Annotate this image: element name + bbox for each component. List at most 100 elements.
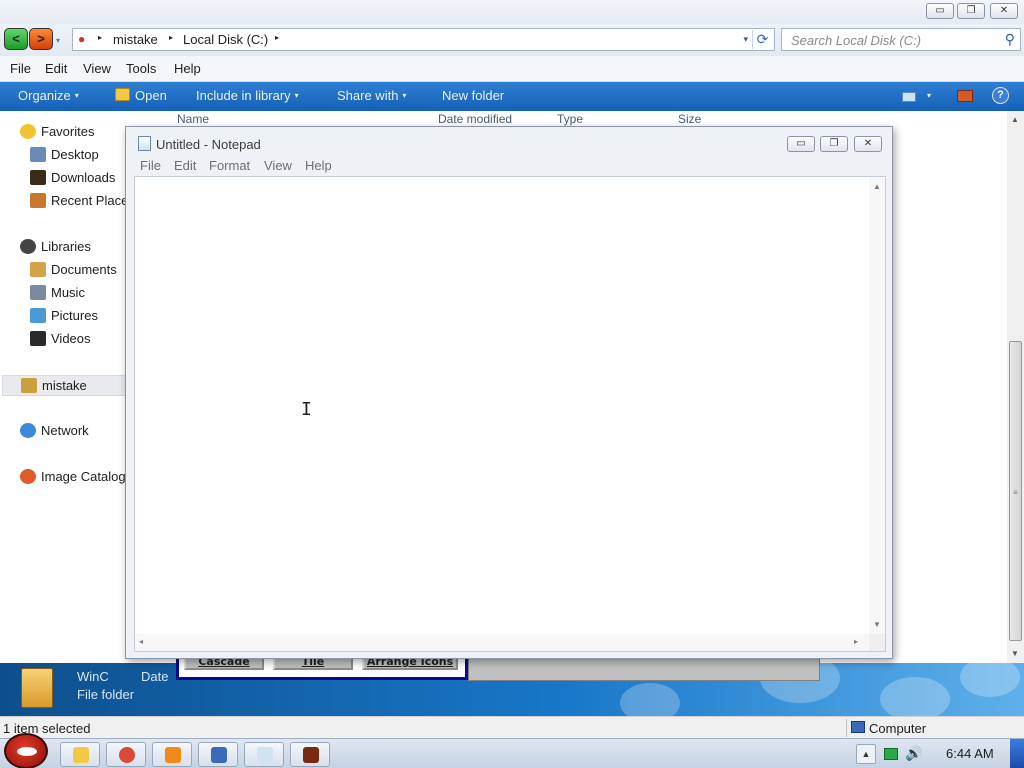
taskbar-explorer-button[interactable] (60, 742, 100, 767)
nav-mistake-item: mistake (21, 378, 87, 393)
change-view-icon[interactable] (902, 92, 916, 102)
nav-downloads[interactable]: Downloads (30, 170, 115, 185)
help-icon[interactable]: ? (992, 87, 1009, 104)
user-folder-icon (21, 378, 37, 393)
notepad-vertical-scrollbar[interactable]: ▲ ▼ (869, 177, 885, 635)
scroll-down-icon[interactable]: ▼ (1011, 649, 1019, 658)
share-with-button[interactable]: Share with ▾ (337, 88, 406, 103)
recent-pages-dropdown[interactable]: ▾ (56, 36, 60, 45)
nav-desktop[interactable]: Desktop (30, 147, 99, 162)
explorer-titlebar: ▭ ❐ ✕ (0, 0, 1024, 24)
status-location: Computer (869, 721, 927, 736)
share-with-label: Share with (337, 88, 399, 103)
search-icon[interactable]: ⚲ (1005, 31, 1015, 48)
nav-label: Documents (51, 262, 117, 277)
navigation-pane: Favorites Desktop Downloads Recent Place… (0, 111, 126, 663)
breadcrumb-mistake[interactable]: mistake (113, 32, 158, 47)
include-in-library-button[interactable]: Include in library ▾ (196, 88, 299, 103)
refresh-button[interactable]: ⟳ (752, 30, 772, 49)
file-list-scrollbar[interactable]: ▲ ≡ ▼ (1007, 111, 1024, 663)
search-input[interactable]: Search Local Disk (C:) ⚲ (781, 28, 1021, 51)
show-desktop-button[interactable] (1010, 739, 1024, 768)
notepad-horizontal-scrollbar[interactable]: ◂ ▸ (135, 634, 871, 651)
videos-icon (30, 331, 46, 346)
volume-icon[interactable]: 🔊 (905, 745, 922, 762)
nav-mistake[interactable]: mistake (2, 375, 126, 396)
dosbox-icon (303, 747, 319, 763)
scroll-left-icon[interactable]: ◂ (139, 637, 143, 646)
nav-favorites[interactable]: Favorites (20, 124, 94, 139)
nav-videos[interactable]: Videos (30, 331, 91, 346)
column-header-date-modified[interactable]: Date modified (438, 112, 512, 126)
menu-view[interactable]: View (83, 61, 111, 76)
nav-image-catalog[interactable]: Image Catalog (20, 469, 126, 484)
menu-edit[interactable]: Edit (45, 61, 67, 76)
menu-help[interactable]: Help (174, 61, 201, 76)
taskbar-chrome-button[interactable] (106, 742, 146, 767)
grip-icon: ≡ (1013, 488, 1018, 497)
show-hidden-icons-button[interactable]: ▲ (856, 744, 876, 764)
scroll-up-icon[interactable]: ▲ (1011, 115, 1019, 124)
nav-label: mistake (42, 378, 87, 393)
taskbar-dosbox-button[interactable] (290, 742, 330, 767)
breadcrumb-arrow[interactable]: ▸ (98, 33, 102, 42)
nav-documents[interactable]: Documents (30, 262, 117, 277)
preview-pane-icon[interactable] (957, 90, 973, 102)
search-placeholder: Search Local Disk (C:) (791, 33, 922, 48)
explorer-minimize-button[interactable]: ▭ (926, 3, 954, 19)
start-button[interactable] (4, 733, 48, 768)
scrollbar-thumb[interactable]: ≡ (1009, 341, 1022, 641)
menu-tools[interactable]: Tools (126, 61, 156, 76)
menu-file[interactable]: File (10, 61, 31, 76)
notepad-text-area[interactable]: I ▲ ▼ ◂ ▸ (134, 176, 886, 652)
explorer-restore-button[interactable]: ❐ (957, 3, 985, 19)
nav-music[interactable]: Music (30, 285, 85, 300)
nav-label: Network (41, 423, 89, 438)
computer-icon (851, 721, 865, 733)
scroll-down-icon[interactable]: ▼ (873, 620, 881, 629)
taskbar-virtualbox-button[interactable] (198, 742, 238, 767)
taskbar-notepad-button[interactable] (244, 742, 284, 767)
new-folder-button[interactable]: New folder (442, 88, 504, 103)
forward-button[interactable]: > (29, 28, 53, 50)
nav-libraries[interactable]: Libraries (20, 239, 91, 254)
libraries-icon (20, 239, 36, 254)
notepad-window[interactable]: Untitled - Notepad ▭ ❐ ✕ File Edit Forma… (125, 126, 893, 659)
view-dropdown-icon[interactable]: ▾ (927, 91, 931, 100)
scroll-up-icon[interactable]: ▲ (873, 182, 881, 191)
address-bar[interactable]: ● ▸ mistake ▸ Local Disk (C:) ▸ ▾ ⟳ (72, 28, 775, 51)
clock[interactable]: 6:44 AM (946, 746, 994, 761)
pictures-icon (30, 308, 46, 323)
notepad-close-button[interactable]: ✕ (854, 136, 882, 152)
notepad-menu-edit[interactable]: Edit (174, 158, 196, 173)
breadcrumb-local-disk[interactable]: Local Disk (C:) (183, 32, 268, 47)
network-status-icon[interactable] (884, 748, 898, 760)
nav-label: Libraries (41, 239, 91, 254)
notepad-menu-view[interactable]: View (264, 158, 292, 173)
back-button[interactable]: < (4, 28, 28, 50)
notepad-menu-file[interactable]: File (140, 158, 161, 173)
breadcrumb-arrow[interactable]: ▸ (169, 33, 173, 42)
scroll-right-icon[interactable]: ▸ (854, 637, 858, 646)
nav-pictures[interactable]: Pictures (30, 308, 98, 323)
explorer-close-button[interactable]: ✕ (990, 3, 1018, 19)
nav-recent-places[interactable]: Recent Places (30, 193, 126, 208)
taskbar-vlc-button[interactable] (152, 742, 192, 767)
breadcrumb-arrow[interactable]: ▸ (275, 33, 279, 42)
notepad-icon (257, 747, 273, 763)
column-header-size[interactable]: Size (678, 112, 701, 126)
address-dropdown-icon[interactable]: ▾ (743, 34, 748, 45)
notepad-menu-help[interactable]: Help (305, 158, 332, 173)
column-header-type[interactable]: Type (557, 112, 583, 126)
notepad-restore-button[interactable]: ❐ (820, 136, 848, 152)
nav-network[interactable]: Network (20, 423, 89, 438)
column-header-name[interactable]: Name (177, 112, 209, 126)
open-button[interactable]: Open (135, 88, 167, 103)
nav-label: Recent Places (51, 193, 126, 208)
start-orb-icon (17, 747, 37, 756)
notepad-menu-format[interactable]: Format (209, 158, 250, 173)
organize-button[interactable]: Organize ▾ (18, 88, 79, 103)
notepad-minimize-button[interactable]: ▭ (787, 136, 815, 152)
folder-icon (115, 88, 130, 101)
resize-grip-icon[interactable] (869, 634, 885, 651)
